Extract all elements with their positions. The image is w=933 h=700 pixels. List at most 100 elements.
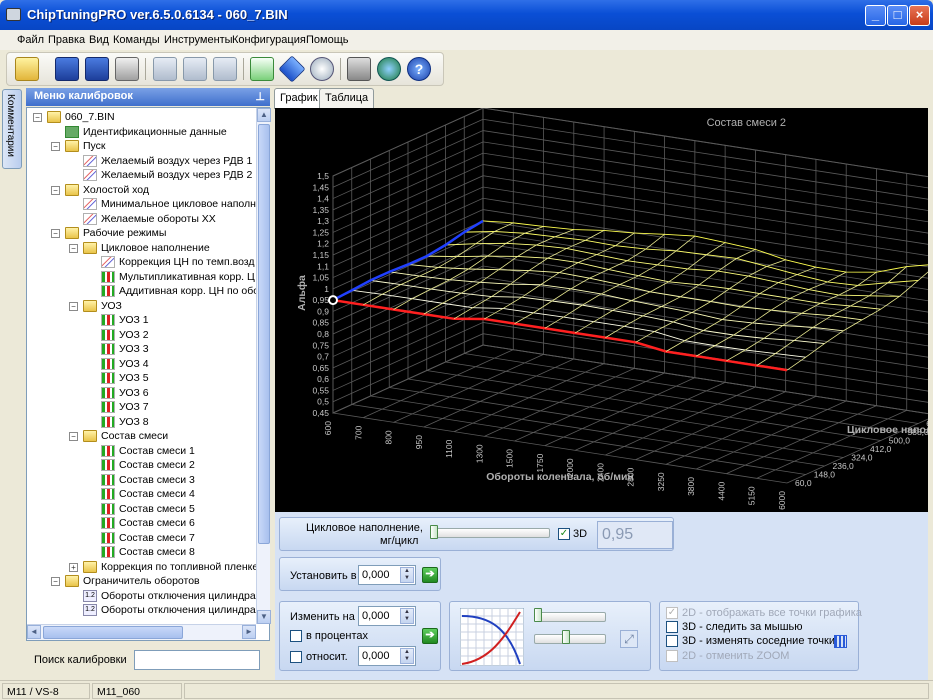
curve-slider-2-thumb[interactable] xyxy=(562,630,570,644)
close-button[interactable]: × xyxy=(909,5,930,26)
opt4-checkbox[interactable] xyxy=(666,650,678,662)
collapse-icon[interactable]: − xyxy=(51,229,60,238)
percent-checkbox[interactable]: ✓ xyxy=(290,630,302,642)
tree-item[interactable]: Желаемые обороты ХХ xyxy=(27,212,267,227)
set-apply-button[interactable]: ➔ xyxy=(422,567,438,583)
tab-table[interactable]: Таблица xyxy=(319,88,375,108)
open-folder-icon[interactable] xyxy=(15,57,39,81)
paste-icon[interactable] xyxy=(183,57,207,81)
tree-item[interactable]: 1.2 Обороты отключения цилиндра 2 xyxy=(27,604,267,618)
spin-icon[interactable]: ▲ ▼ xyxy=(400,648,414,664)
tree-item[interactable]: − 060_7.BIN xyxy=(27,111,267,125)
tree-item[interactable]: УОЗ 3 xyxy=(27,343,267,357)
tree-item[interactable]: − Пуск xyxy=(27,140,267,154)
tree-item[interactable]: Мультипликативная корр. Ц xyxy=(27,270,267,285)
search-input[interactable] xyxy=(134,650,260,670)
title-bar[interactable]: ChipTuningPRO ver.6.5.0.6134 - 060_7.BIN… xyxy=(0,0,933,30)
maximize-button[interactable]: □ xyxy=(887,5,908,26)
collapse-icon[interactable]: − xyxy=(51,185,60,195)
tree-item[interactable]: Минимальное цикловое наполне xyxy=(27,198,267,212)
tree-item[interactable]: УОЗ 6 xyxy=(27,386,267,401)
network-icon[interactable] xyxy=(377,57,401,81)
opt1-checkbox[interactable]: ✓ xyxy=(666,607,678,619)
collapse-icon[interactable]: − xyxy=(51,142,60,151)
curve-slider-2[interactable] xyxy=(534,634,606,644)
tree-item[interactable]: Состав смеси 2 xyxy=(27,459,267,473)
opt3-checkbox[interactable]: ✓ xyxy=(666,635,678,647)
set-value-input[interactable]: 0,000 ▲ ▼ xyxy=(358,565,416,585)
minimize-button[interactable]: _ xyxy=(865,5,886,26)
menu-commands[interactable]: Команды xyxy=(113,34,160,46)
tree-item[interactable]: Состав смеси 4 xyxy=(27,488,267,502)
tree-item[interactable]: УОЗ 1 xyxy=(27,314,267,328)
scroll-right-icon[interactable]: ► xyxy=(242,625,256,639)
tree-item[interactable]: Состав смеси 7 xyxy=(27,531,267,546)
collapse-icon[interactable]: − xyxy=(51,577,60,586)
tree-item[interactable]: Желаемый воздух через РДВ 2 xyxy=(27,169,267,183)
scroll-left-icon[interactable]: ◄ xyxy=(27,625,41,639)
tree-item[interactable]: − Рабочие режимы xyxy=(27,227,267,241)
menu-help[interactable]: Помощь xyxy=(306,34,349,46)
tree-item[interactable]: − Ограничитель оборотов xyxy=(27,575,267,589)
tree-item[interactable]: − Холостой ход xyxy=(27,183,267,198)
graph-icon[interactable] xyxy=(250,57,274,81)
menu-file[interactable]: Файл xyxy=(17,34,44,46)
tree-item[interactable]: − Цикловое наполнение xyxy=(27,241,267,256)
surface-chart[interactable]: 0,45 0,5 0,55 0,6 0,65 0,7 0,75 0,8 0,85 0,9 0,95 1… xyxy=(275,108,928,512)
menu-config[interactable]: Конфигурация xyxy=(232,34,306,46)
hscroll-thumb[interactable] xyxy=(43,626,183,639)
checkbox-3d[interactable]: ✓ xyxy=(558,528,570,540)
help-icon[interactable]: ? xyxy=(407,57,431,81)
spin-icon[interactable]: ▲ ▼ xyxy=(400,567,414,583)
save-icon[interactable] xyxy=(55,57,79,81)
tree-item[interactable]: 1.2 Обороты отключения цилиндра 1 xyxy=(27,589,267,604)
tree-item[interactable]: Состав смеси 6 xyxy=(27,517,267,531)
tree-item[interactable]: Желаемый воздух через РДВ 1 xyxy=(27,154,267,169)
relative-value-input[interactable]: 0,000 ▲ ▼ xyxy=(358,646,416,666)
opt2-checkbox[interactable]: ✓ xyxy=(666,621,678,633)
spin-icon[interactable]: ▲ ▼ xyxy=(400,608,414,624)
chart-svg[interactable]: 0,450,50,550,60,650,70,750,80,850,90,951… xyxy=(275,108,928,512)
curve-slider-1[interactable] xyxy=(534,612,606,622)
change-apply-button[interactable]: ➔ xyxy=(422,628,438,644)
tree-horizontal-scrollbar[interactable]: ◄ ► xyxy=(27,624,256,640)
tab-graph[interactable]: График xyxy=(274,88,324,109)
save-as-icon[interactable] xyxy=(85,57,109,81)
collapse-icon[interactable]: − xyxy=(69,432,78,441)
grid-icon[interactable] xyxy=(834,635,847,648)
change-value-input[interactable]: 0,000 ▲ ▼ xyxy=(358,606,416,626)
tree-item[interactable]: УОЗ 8 xyxy=(27,415,267,430)
tree-item[interactable]: Состав смеси 5 xyxy=(27,502,267,517)
tree-item[interactable]: Аддитивная корр. ЦН по обо xyxy=(27,285,267,299)
tree-item[interactable]: УОЗ 4 xyxy=(27,357,267,372)
collapse-icon[interactable]: − xyxy=(33,113,42,122)
tools-icon[interactable] xyxy=(347,57,371,81)
tree-item[interactable]: Состав смеси 1 xyxy=(27,444,267,459)
tree-item[interactable]: УОЗ 5 xyxy=(27,372,267,386)
scroll-thumb[interactable] xyxy=(258,124,270,544)
menu-view[interactable]: Вид xyxy=(89,34,109,46)
collapse-icon[interactable]: − xyxy=(69,243,78,253)
tree-item[interactable]: − Состав смеси xyxy=(27,430,267,444)
menu-edit[interactable]: Правка xyxy=(48,34,85,46)
copy-icon[interactable] xyxy=(153,57,177,81)
tree-item[interactable]: Состав смеси 8 xyxy=(27,546,267,560)
calibration-tree[interactable]: − 060_7.BIN Идентификационные данные − Пуск Ж… xyxy=(26,107,270,641)
collapse-icon[interactable]: − xyxy=(69,301,78,311)
fill-slider[interactable] xyxy=(430,528,550,538)
print-icon[interactable] xyxy=(115,57,139,81)
curve-slider-1-thumb[interactable] xyxy=(534,608,542,622)
fill-slider-thumb[interactable] xyxy=(430,525,438,539)
tree-item[interactable]: Состав смеси 3 xyxy=(27,473,267,488)
zoom-icon[interactable] xyxy=(310,57,334,81)
comments-tab[interactable]: Комментарии xyxy=(2,89,22,169)
scroll-down-icon[interactable]: ▼ xyxy=(257,610,271,624)
tree-item[interactable]: Идентификационные данные xyxy=(27,125,267,140)
expand-icon[interactable]: + xyxy=(69,562,78,572)
relative-checkbox[interactable]: ✓ xyxy=(290,651,302,663)
tree-item[interactable]: УОЗ 2 xyxy=(27,328,267,343)
tree-vertical-scrollbar[interactable]: ▲ ▼ xyxy=(256,108,271,624)
tree-item[interactable]: УОЗ 7 xyxy=(27,401,267,415)
tree-item[interactable]: Коррекция ЦН по темп.возд xyxy=(27,256,267,270)
undo-icon[interactable] xyxy=(213,57,237,81)
